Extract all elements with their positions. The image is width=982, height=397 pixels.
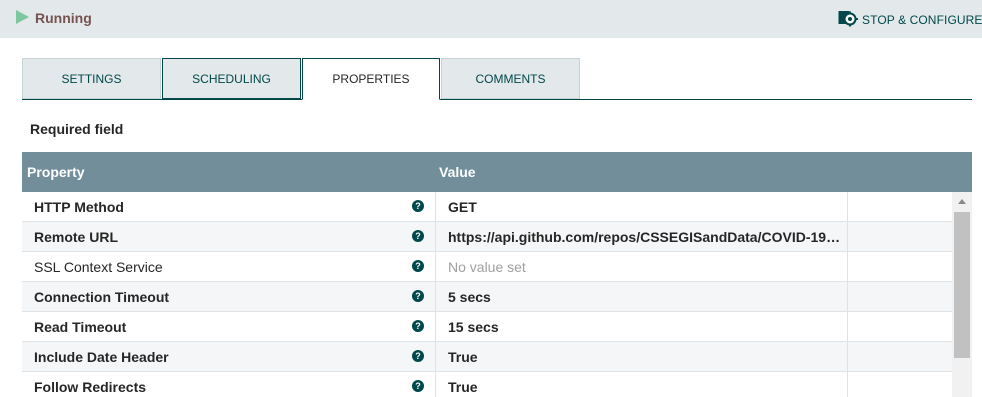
- table-row[interactable]: Remote URL ? https://api.github.com/repo…: [22, 222, 952, 252]
- property-name: HTTP Method: [34, 199, 124, 215]
- processor-tabs: SETTINGS SCHEDULING PROPERTIES COMMENTS: [22, 58, 972, 100]
- properties-table: Property Value HTTP Method ? GET Remote …: [22, 152, 972, 397]
- column-divider: [435, 192, 436, 222]
- property-value[interactable]: True: [448, 379, 843, 395]
- processor-status-bar: Running STOP & CONFIGURE: [0, 0, 982, 38]
- column-divider: [435, 312, 436, 342]
- column-divider: [847, 252, 848, 282]
- column-divider: [847, 312, 848, 342]
- table-body: HTTP Method ? GET Remote URL ? https://a…: [22, 192, 952, 397]
- table-row[interactable]: HTTP Method ? GET: [22, 192, 952, 222]
- tab-settings[interactable]: SETTINGS: [22, 58, 161, 99]
- column-divider: [847, 222, 848, 252]
- property-value[interactable]: https://api.github.com/repos/CSSEGISandD…: [448, 229, 843, 245]
- tab-comments[interactable]: COMMENTS: [441, 58, 580, 99]
- property-value[interactable]: True: [448, 349, 843, 365]
- help-icon[interactable]: ?: [412, 320, 424, 332]
- table-scrollbar[interactable]: [952, 192, 972, 397]
- play-icon: [16, 10, 29, 24]
- table-row[interactable]: Connection Timeout ? 5 secs: [22, 282, 952, 312]
- help-icon[interactable]: ?: [412, 350, 424, 362]
- column-divider: [847, 342, 848, 372]
- property-name: Remote URL: [34, 229, 119, 245]
- property-value[interactable]: 15 secs: [448, 319, 843, 335]
- column-divider: [435, 252, 436, 282]
- column-divider: [847, 192, 848, 222]
- help-icon[interactable]: ?: [412, 230, 424, 242]
- property-name: Follow Redirects: [34, 379, 147, 395]
- stop-configure-icon: [838, 11, 858, 27]
- column-divider: [435, 372, 436, 397]
- column-divider: [847, 372, 848, 397]
- property-name: Connection Timeout: [34, 289, 170, 305]
- status-label: Running: [35, 10, 92, 26]
- column-divider: [435, 222, 436, 252]
- property-value[interactable]: No value set: [448, 259, 843, 275]
- table-row[interactable]: Follow Redirects ? True: [22, 372, 952, 397]
- column-divider: [435, 282, 436, 312]
- help-icon[interactable]: ?: [412, 290, 424, 302]
- column-divider: [847, 282, 848, 312]
- table-header: Property Value: [22, 152, 972, 192]
- column-header-value[interactable]: Value: [439, 164, 476, 180]
- tab-properties[interactable]: PROPERTIES: [302, 58, 440, 100]
- required-field-label: Required field: [30, 121, 124, 137]
- scroll-up-arrow-icon[interactable]: [958, 199, 966, 204]
- help-icon[interactable]: ?: [412, 200, 424, 212]
- tab-scheduling[interactable]: SCHEDULING: [162, 58, 301, 99]
- property-name: SSL Context Service: [34, 259, 163, 275]
- table-row[interactable]: Include Date Header ? True: [22, 342, 952, 372]
- column-header-property[interactable]: Property: [27, 164, 85, 180]
- stop-configure-label: STOP & CONFIGURE: [862, 13, 982, 27]
- property-name: Read Timeout: [34, 319, 127, 335]
- column-divider: [435, 342, 436, 372]
- property-name: Include Date Header: [34, 349, 169, 365]
- property-value[interactable]: 5 secs: [448, 289, 843, 305]
- scroll-thumb[interactable]: [954, 212, 970, 358]
- table-row[interactable]: SSL Context Service ? No value set: [22, 252, 952, 282]
- table-row[interactable]: Read Timeout ? 15 secs: [22, 312, 952, 342]
- property-value[interactable]: GET: [448, 199, 843, 215]
- help-icon[interactable]: ?: [412, 380, 424, 392]
- help-icon[interactable]: ?: [412, 260, 424, 272]
